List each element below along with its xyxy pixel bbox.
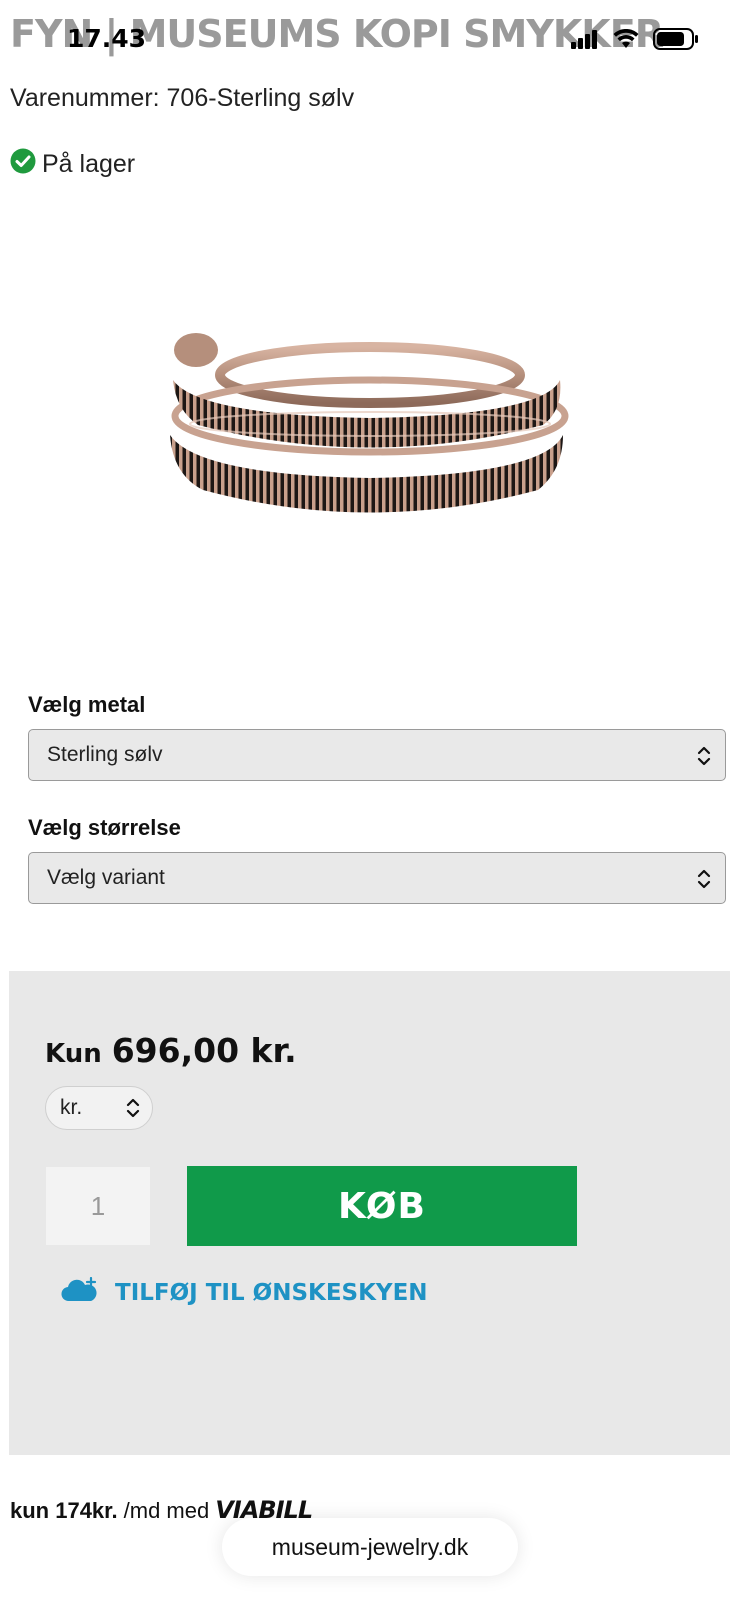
- status-time: 17.43: [67, 24, 147, 53]
- size-select[interactable]: Vælg variant: [28, 852, 726, 904]
- url-text: museum-jewelry.dk: [271, 1533, 469, 1560]
- financing-prefix: kun 174kr.: [10, 1498, 118, 1523]
- check-circle-icon: [10, 148, 36, 181]
- price-prefix: Kun: [45, 1039, 102, 1069]
- wifi-icon: [613, 28, 639, 54]
- wishlist-label: TILFØJ TIL ØNSKESKYEN: [115, 1279, 428, 1306]
- stock-label: På lager: [42, 150, 136, 178]
- quantity-input[interactable]: 1: [46, 1167, 150, 1245]
- cellular-signal-icon: [571, 29, 599, 54]
- currency-value: kr.: [60, 1096, 83, 1119]
- metal-select[interactable]: Sterling sølv: [28, 729, 726, 781]
- buy-panel: Kun 696,00 kr. kr. 1 KØB TILFØJ TIL ØNSK…: [9, 971, 730, 1455]
- chevron-up-down-icon: [126, 1097, 140, 1125]
- status-bar: 17.43: [0, 0, 739, 80]
- metal-label: Vælg metal: [28, 692, 146, 717]
- size-select-value: Vælg variant: [47, 866, 165, 889]
- status-icons: [571, 28, 699, 55]
- product-image[interactable]: [158, 320, 578, 540]
- battery-icon: [653, 28, 699, 55]
- price-amount: 696,00 kr.: [111, 1031, 297, 1070]
- size-label: Vælg størrelse: [28, 815, 181, 840]
- financing-suffix: /md med: [123, 1498, 210, 1523]
- product-sku: Varenummer: 706-Sterling sølv: [10, 84, 355, 112]
- price: Kun 696,00 kr.: [45, 1031, 297, 1070]
- buy-button[interactable]: KØB: [187, 1166, 577, 1246]
- metal-select-value: Sterling sølv: [47, 743, 163, 766]
- stock-status: På lager: [10, 148, 135, 181]
- chevron-up-down-icon: [697, 744, 711, 774]
- chevron-up-down-icon: [697, 867, 711, 897]
- browser-url-bar[interactable]: museum-jewelry.dk: [222, 1518, 518, 1576]
- wishlist-link[interactable]: TILFØJ TIL ØNSKESKYEN: [61, 1276, 428, 1308]
- cloud-plus-icon: [61, 1276, 97, 1308]
- currency-select[interactable]: kr.: [45, 1086, 153, 1130]
